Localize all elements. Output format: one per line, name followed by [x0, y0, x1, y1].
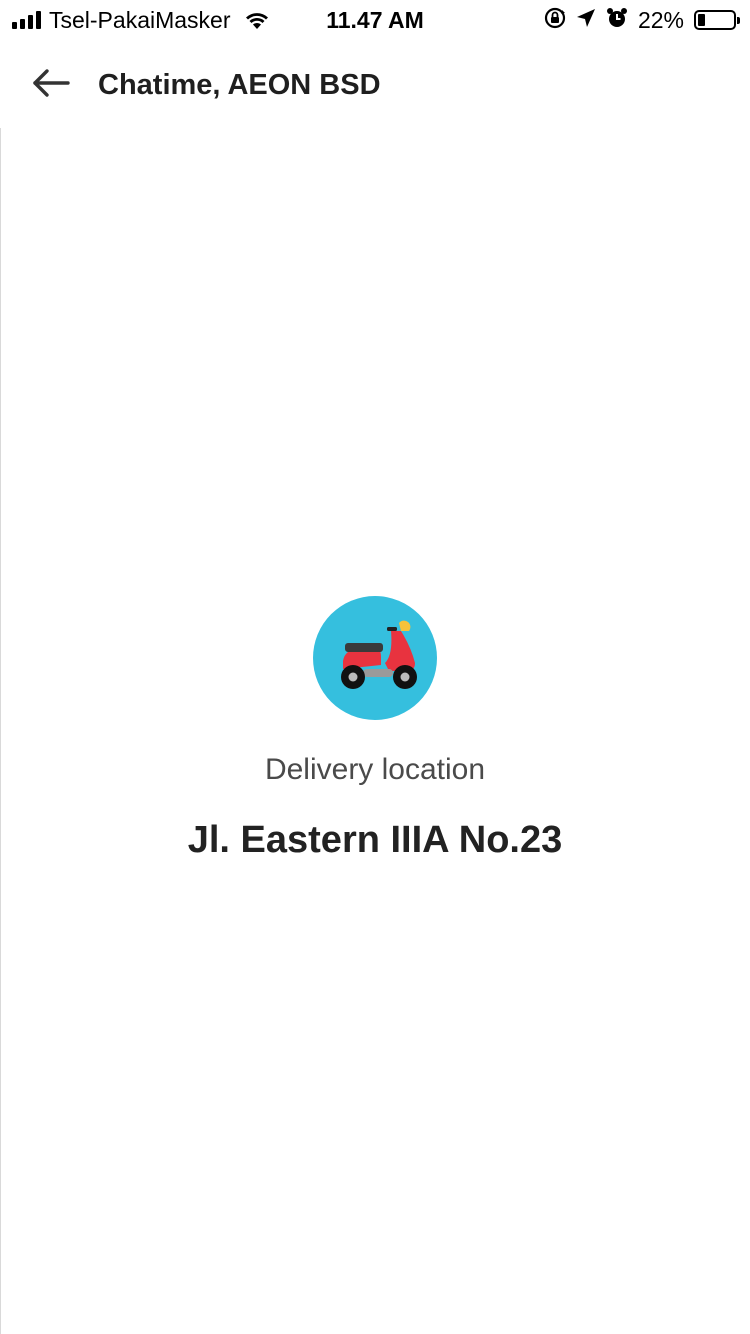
delivery-address: Jl. Eastern IIIA No.23 — [187, 819, 563, 861]
location-arrow-icon — [576, 8, 596, 33]
delivery-location-label: Delivery location — [264, 753, 486, 786]
battery-icon — [694, 10, 740, 30]
scooter-icon — [329, 619, 421, 698]
arrow-left-icon — [30, 67, 70, 104]
status-right: 22% — [544, 6, 740, 34]
back-button[interactable] — [22, 57, 78, 113]
scooter-badge — [313, 596, 437, 720]
delivery-info: Delivery location Jl. Eastern IIIA No.23 — [0, 596, 750, 862]
battery-percentage: 22% — [637, 6, 684, 33]
battery-level-fill — [698, 14, 705, 26]
battery-tip — [737, 17, 740, 24]
app-header: Chatime, AEON BSD — [0, 48, 750, 122]
alarm-clock-icon — [606, 7, 628, 34]
status-bar: Tsel-PakaiMasker 11.47 AM 22% — [0, 0, 750, 40]
page-title: Chatime, AEON BSD — [98, 68, 381, 101]
rotation-lock-icon — [544, 7, 566, 34]
